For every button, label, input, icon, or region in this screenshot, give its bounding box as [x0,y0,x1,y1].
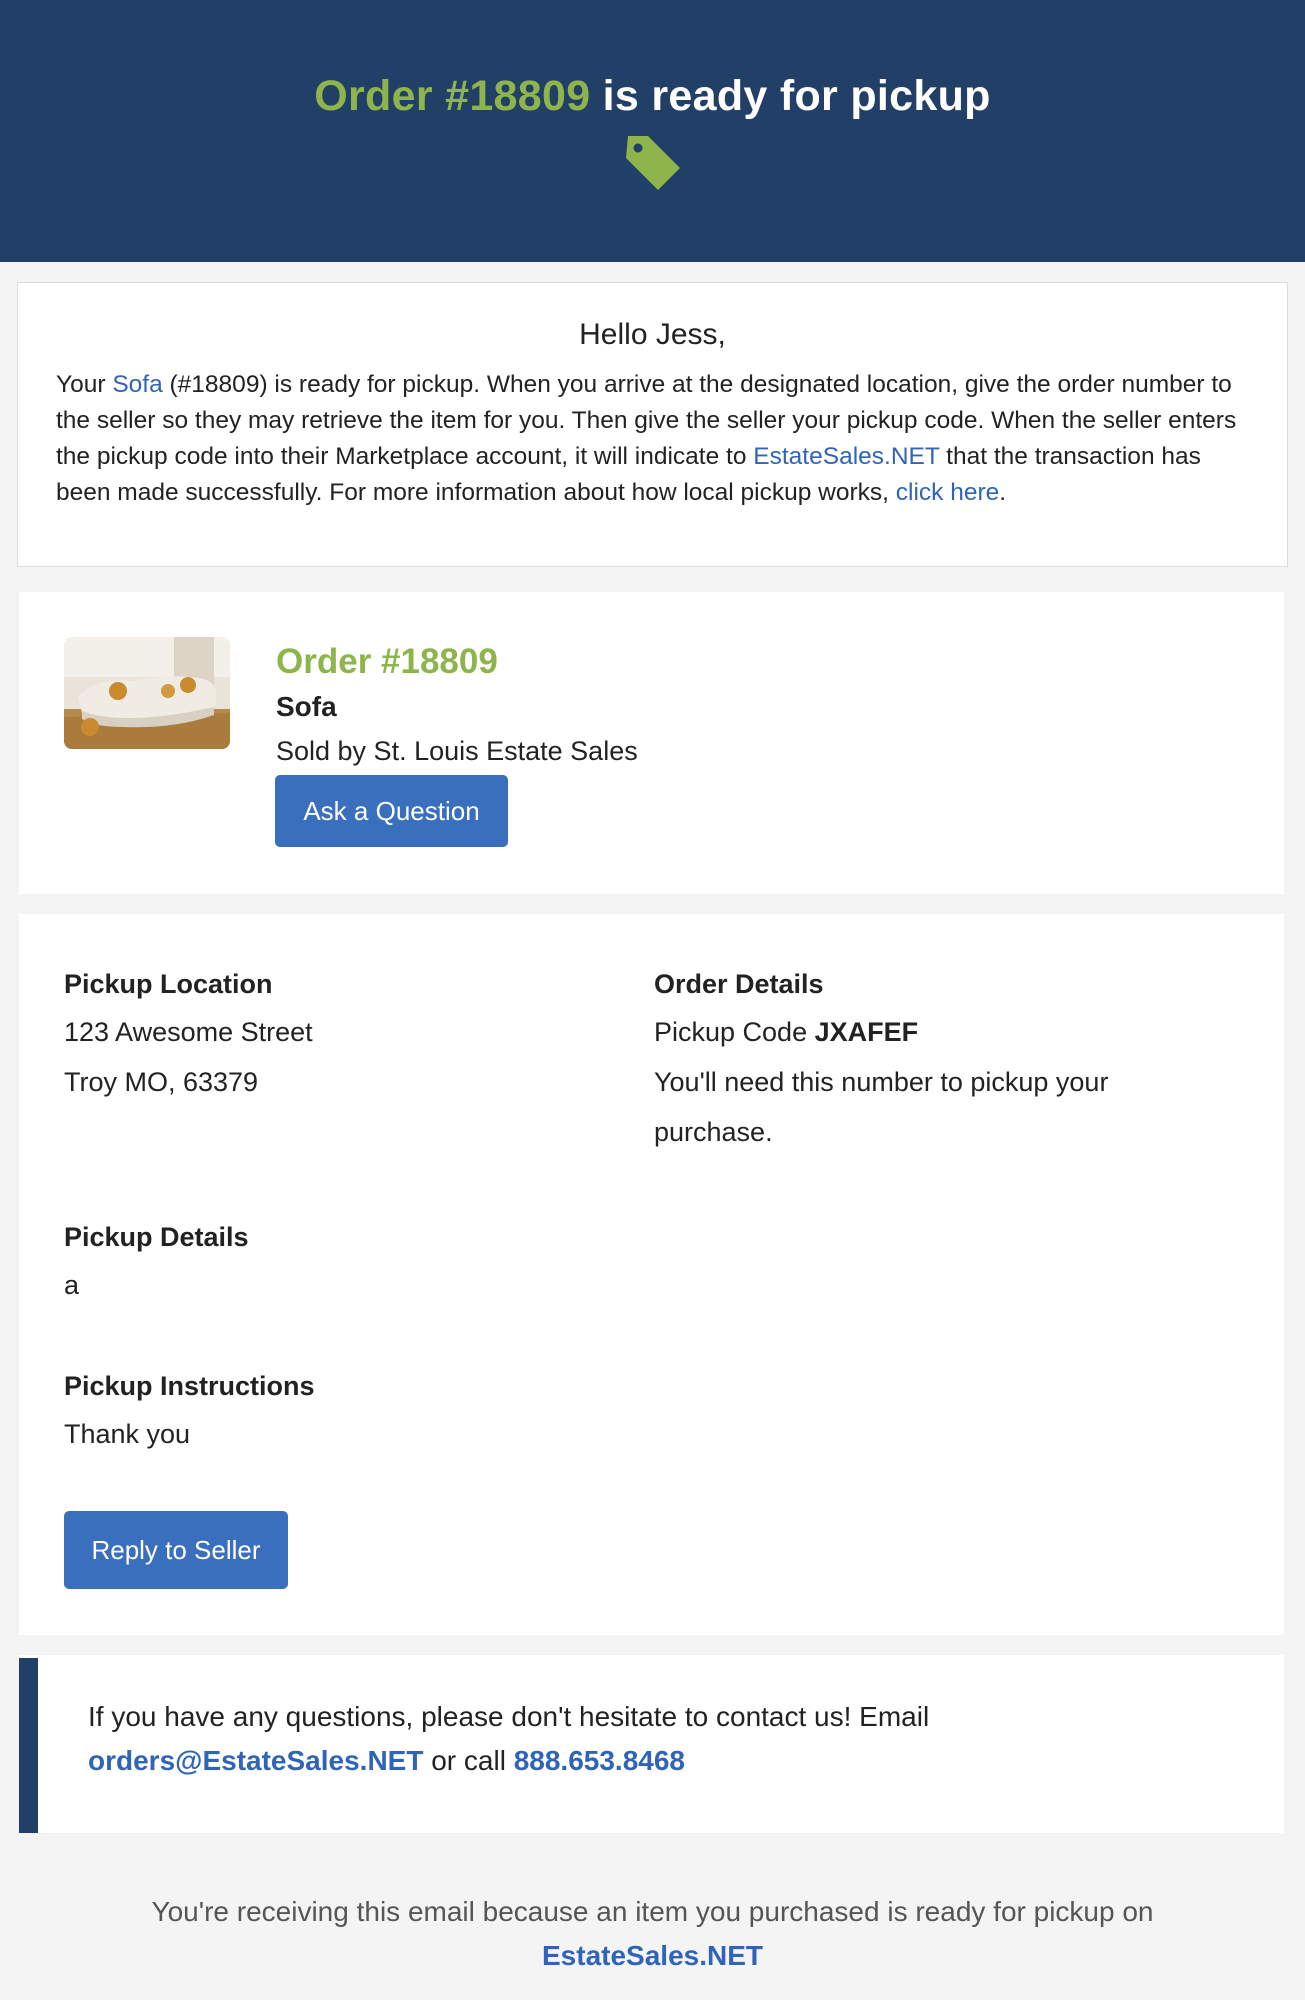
order-card: Order #18809 Sofa Sold by St. Louis Esta… [19,592,1284,894]
sofa-thumbnail[interactable] [64,637,230,749]
greeting-card: Hello Jess, Your Sofa (#18809) is ready … [17,282,1288,567]
footer: You're receiving this email because an i… [0,1890,1305,1978]
phone-link[interactable]: 888.653.8468 [514,1745,685,1776]
email-header: Order #18809 is ready for pickup [0,0,1305,262]
pickup-instructions-value: Thank you [64,1419,191,1449]
click-here-link[interactable]: click here [896,479,999,506]
address-line-1: 123 Awesome Street [64,1017,313,1047]
sofa-image [64,637,230,749]
pickup-code-line: Pickup Code JXAFEF [654,1017,918,1048]
contact-text-2: or call [423,1745,514,1776]
pickup-code-note-1: You'll need this number to pickup your [654,1067,1109,1097]
sold-by: Sold by St. Louis Estate Sales [276,736,638,766]
order-details-label: Order Details [654,969,824,999]
pickup-location-label: Pickup Location [64,969,273,999]
item-name: Sofa [276,691,337,722]
pickup-code-prefix: Pickup Code [654,1017,815,1047]
address-line-2: Troy MO, 63379 [64,1067,259,1097]
contact-text: If you have any questions, please don't … [88,1695,1238,1783]
pickup-code: JXAFEF [814,1017,919,1047]
greeting-body: Your Sofa (#18809) is ready for pickup. … [56,367,1256,511]
item-link[interactable]: Sofa [112,371,162,398]
header-title: Order #18809 is ready for pickup [0,72,1305,121]
pickup-instructions-label: Pickup Instructions [64,1371,315,1401]
contact-text-1: If you have any questions, please don't … [88,1701,930,1732]
greeting-text: Your [56,371,113,398]
footer-estatesales-link[interactable]: EstateSales.NET [542,1940,763,1971]
pickup-card: Pickup Location 123 Awesome Street Troy … [19,914,1284,1635]
greeting-text: . [999,479,1007,506]
greeting-title: Hello Jess, [579,318,726,351]
order-number: Order #18809 [276,642,498,681]
pickup-code-note-2: purchase. [654,1117,773,1147]
pickup-details-value: a [64,1270,80,1300]
contact-accent-bar [19,1658,38,1833]
reply-to-seller-button[interactable]: Reply to Seller [64,1511,288,1589]
contact-card: If you have any questions, please don't … [19,1655,1284,1833]
estatesales-link[interactable]: EstateSales.NET [753,443,939,470]
email-link[interactable]: orders@EstateSales.NET [88,1745,423,1776]
ask-question-button[interactable]: Ask a Question [275,775,508,847]
footer-text: You're receiving this email because an i… [151,1896,1154,1927]
header-title-rest: is ready for pickup [590,72,991,120]
tag-icon [626,136,680,190]
pickup-details-label: Pickup Details [64,1222,249,1252]
header-order-number: Order #18809 [314,72,591,120]
